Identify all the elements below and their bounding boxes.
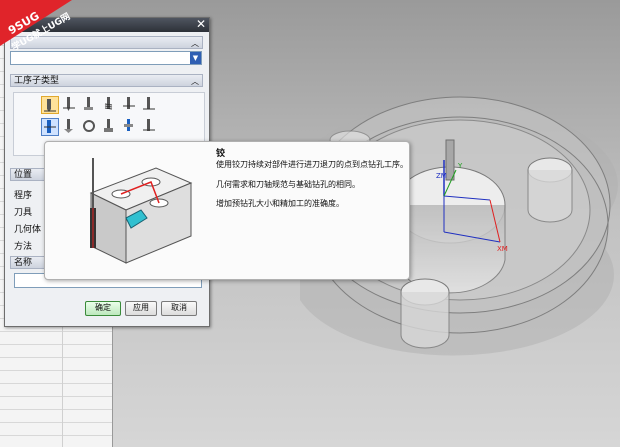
location-tool-label: 刀具	[14, 208, 33, 218]
subtype-counterbore-icon[interactable]	[81, 96, 99, 114]
subtype-spot-drill-icon[interactable]	[41, 96, 59, 114]
location-method-label: 方法	[14, 242, 33, 252]
subtype-drill-icon[interactable]	[61, 96, 79, 114]
ream-illustration	[89, 158, 193, 264]
section-location-label: 位置	[14, 170, 33, 180]
tooltip-title: 铰	[216, 149, 226, 159]
subtype-tap-icon[interactable]	[101, 96, 119, 114]
section-subtype-header[interactable]: 工序子类型 ︿	[10, 74, 203, 87]
section-name-label: 名称	[14, 258, 33, 268]
chevron-down-icon[interactable]: ▼	[190, 52, 201, 64]
chevron-up-icon: ︿	[191, 39, 199, 48]
tooltip-line-2: 几何需求和刀轴规范与基础钻孔的相同。	[216, 180, 360, 189]
location-program-label: 程序	[14, 191, 33, 201]
subtype-back-counterbore-icon[interactable]	[121, 118, 139, 136]
watermark-logo: 9SUG 学UG就上UG网	[0, 0, 90, 60]
subtype-boss-thread-icon[interactable]	[141, 118, 159, 136]
tooltip-line-1: 使用铰刀持续对部件进行进刀退刀的点到点钻孔工序。	[216, 160, 408, 169]
axis-y-label: Y	[457, 162, 463, 170]
subtype-bore-icon[interactable]	[121, 96, 139, 114]
subtype-hole-mill-icon[interactable]	[101, 118, 119, 136]
close-icon[interactable]: ✕	[195, 18, 207, 31]
chevron-up-icon: ︿	[191, 77, 199, 86]
cancel-button[interactable]: 取消	[161, 301, 197, 316]
axis-z-label: ZM	[436, 172, 447, 180]
tooltip-line-3: 增加预钻孔大小和精加工的准确度。	[216, 199, 344, 208]
subtype-thread-mill-icon[interactable]	[81, 118, 99, 136]
subtype-deep-drill-icon[interactable]	[141, 96, 159, 114]
subtype-countersink-icon[interactable]	[61, 118, 79, 136]
location-geometry-label: 几何体	[14, 225, 42, 235]
subtype-ream-icon[interactable]	[41, 118, 59, 136]
apply-button[interactable]: 应用	[125, 301, 157, 316]
section-subtype-label: 工序子类型	[14, 76, 60, 86]
ok-button[interactable]: 确定	[85, 301, 121, 316]
axis-x-label: XM	[497, 245, 508, 253]
